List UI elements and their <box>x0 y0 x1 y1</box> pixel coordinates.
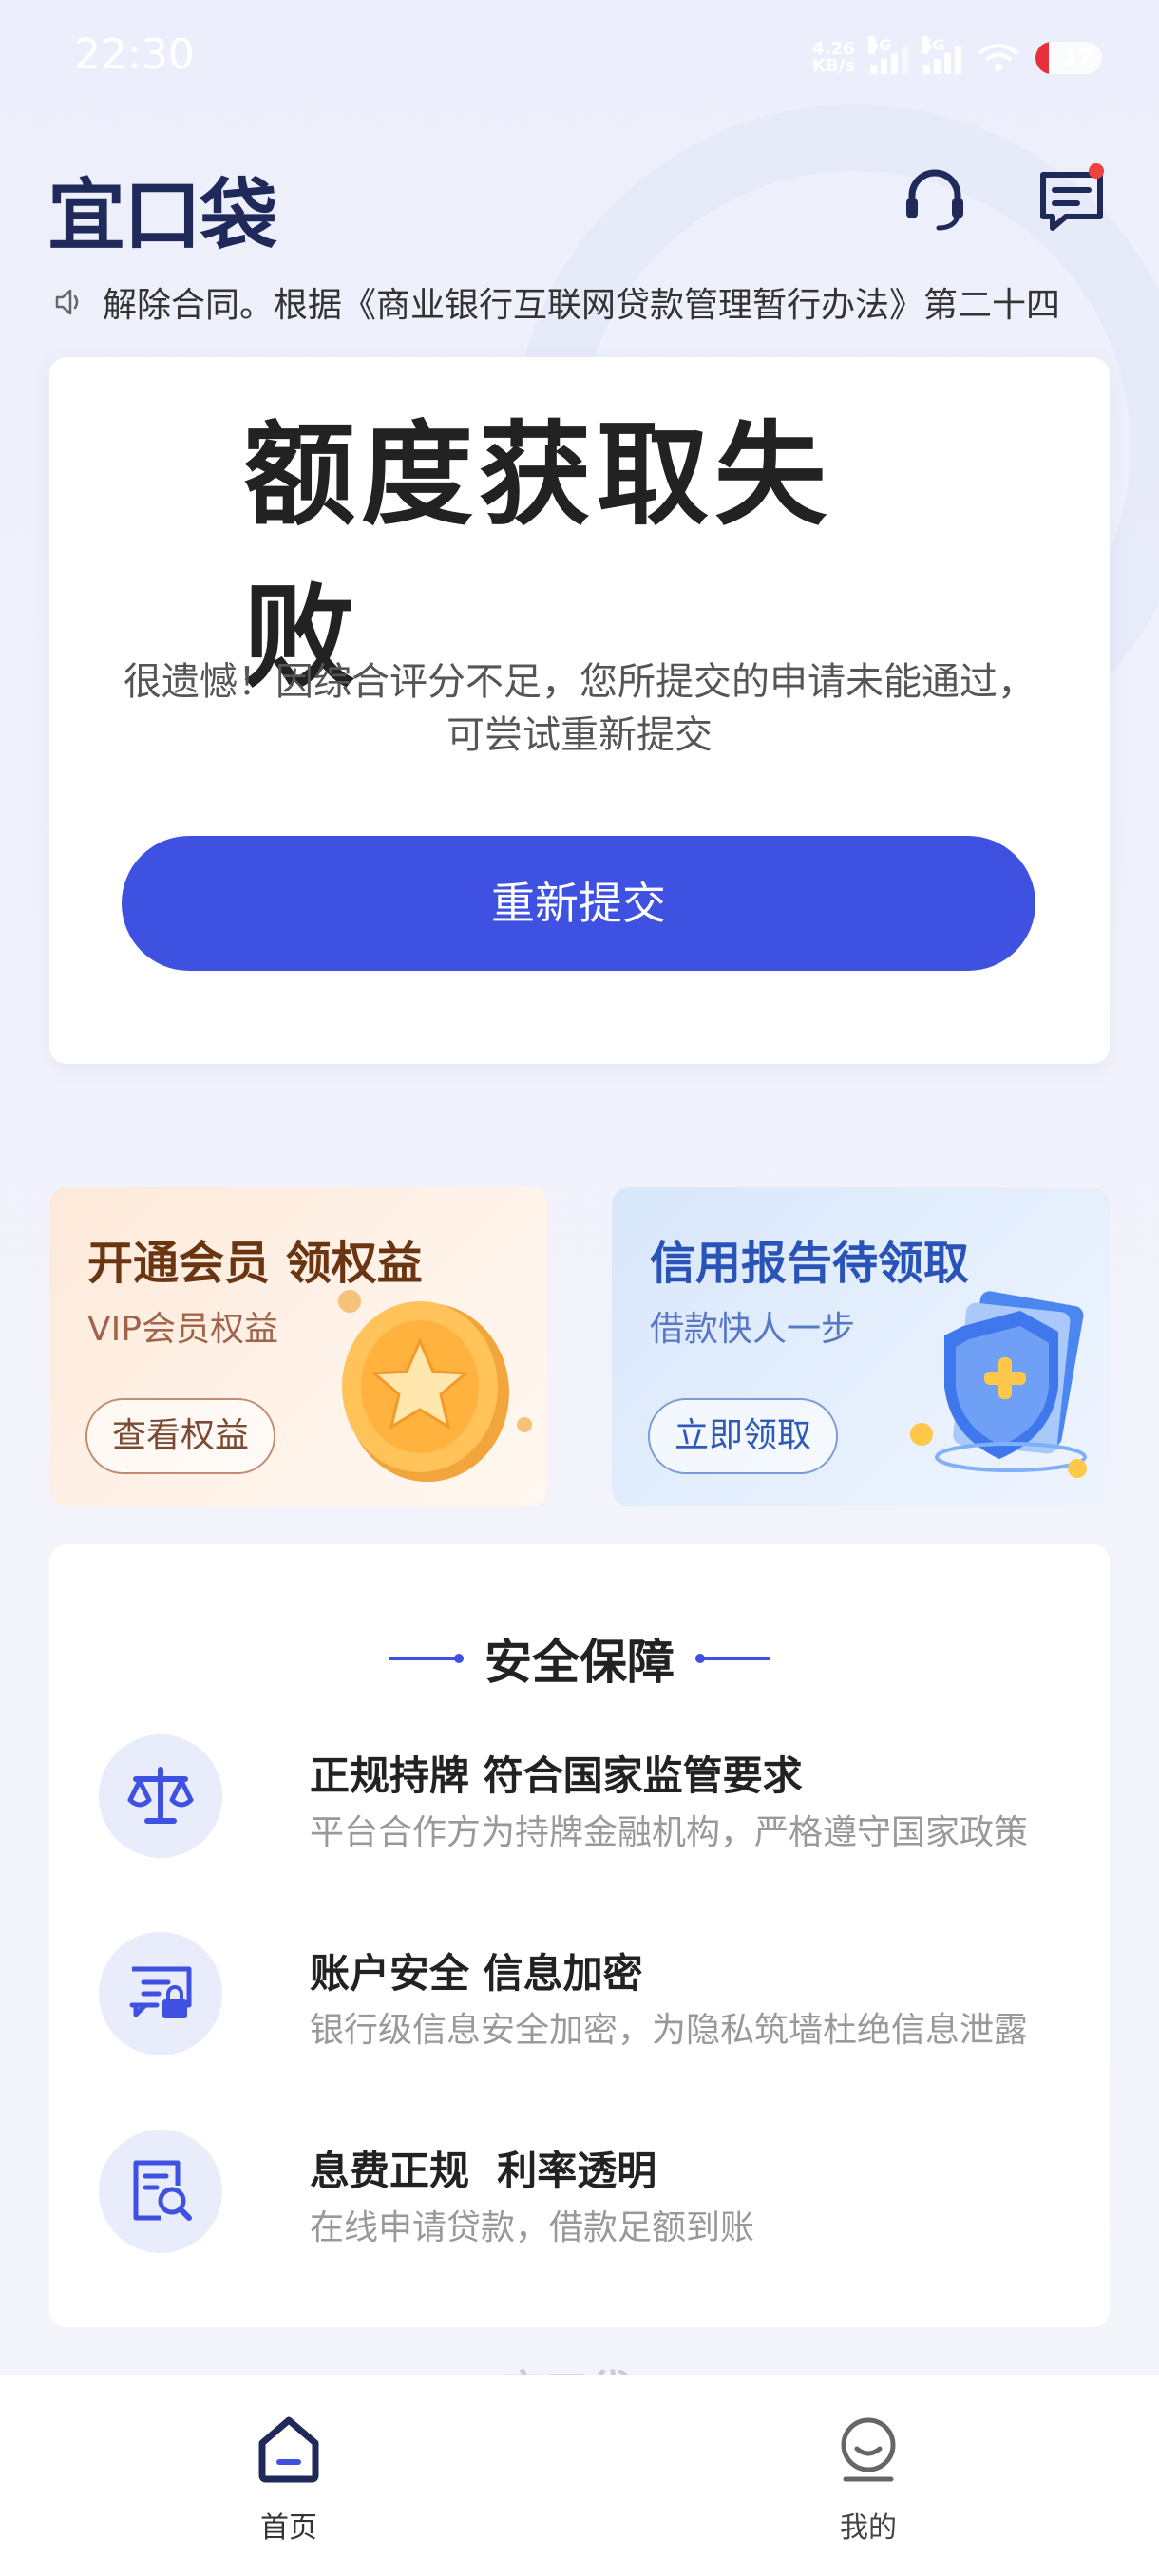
credit-report-promo-card[interactable]: 信用报告待领取 借款快人一步 立即领取 <box>612 1187 1110 1506</box>
customer-service-button[interactable] <box>897 161 973 237</box>
result-card: 额度获取失败 很遗憾！因综合评分不足，您所提交的申请未能通过，可尝试重新提交 重… <box>49 357 1110 1064</box>
scale-icon <box>99 1734 222 1858</box>
security-item-desc: 平台合作方为持牌金融机构，严格遵守国家政策 <box>310 1813 1029 1852</box>
promo-subtitle: 借款快人一步 <box>650 1310 856 1349</box>
notice-marquee[interactable]: 解除合同。根据《商业银行互联网贷款管理暂行办法》第二十四 <box>53 275 1112 329</box>
security-item-title: 息费正规 利率透明 <box>310 2148 657 2194</box>
security-item: 账户安全 信息加密 银行级信息安全加密，为隐私筑墙杜绝信息泄露 <box>99 1932 1068 2065</box>
profile-icon <box>841 2417 896 2482</box>
security-item: 息费正规 利率透明 在线申请贷款，借款足额到账 <box>99 2130 1068 2263</box>
wifi-icon <box>978 44 1019 71</box>
unread-badge <box>1089 163 1104 179</box>
network-speed: 4.26 KB/s <box>812 39 855 76</box>
signal-icon: 5G <box>868 36 908 74</box>
tab-home[interactable]: 首页 <box>194 2413 384 2546</box>
secure-card-icon <box>99 1932 222 2055</box>
result-title-frame: 额度获取失败 <box>243 384 916 709</box>
headset-icon <box>906 169 963 231</box>
bottom-tab-bar: 首页 我的 <box>0 2375 1159 2576</box>
home-icon <box>258 2416 319 2483</box>
promo-subtitle: VIP会员权益 <box>87 1310 278 1349</box>
security-header: 安全保障 <box>49 1624 1110 1693</box>
status-time: 22:30 <box>74 30 195 79</box>
battery-icon: 17 <box>1036 42 1102 74</box>
gold-coin-icon <box>338 1290 532 1482</box>
vip-promo-card[interactable]: 开通会员 领权益 VIP会员权益 查看权益 <box>49 1187 547 1506</box>
security-item-title: 正规持牌 符合国家监管要求 <box>310 1752 803 1799</box>
app-logo: 宜口袋 <box>48 171 277 261</box>
shield-icon <box>910 1291 1087 1478</box>
document-search-icon <box>99 2130 222 2253</box>
decorative-line <box>390 1653 464 1663</box>
tab-mine-label: 我的 <box>840 2511 897 2545</box>
speaker-icon <box>55 289 79 315</box>
resubmit-button[interactable]: 重新提交 <box>122 836 1036 971</box>
security-item-desc: 在线申请贷款，借款足额到账 <box>310 2208 755 2247</box>
message-button[interactable] <box>1034 161 1110 237</box>
security-title: 安全保障 <box>484 1635 674 1690</box>
tab-home-label: 首页 <box>260 2511 317 2545</box>
tab-mine[interactable]: 我的 <box>773 2413 963 2546</box>
notice-text: 解除合同。根据《商业银行互联网贷款管理暂行办法》第二十四 <box>103 286 1061 325</box>
security-item-desc: 银行级信息安全加密，为隐私筑墙杜绝信息泄露 <box>310 2011 1029 2050</box>
security-item-title: 账户安全 信息加密 <box>310 1950 643 1997</box>
status-icons: 4.26 KB/s 5G 5G 17 <box>812 34 1102 82</box>
decorative-line <box>695 1653 770 1663</box>
claim-now-button[interactable]: 立即领取 <box>648 1398 839 1474</box>
result-description: 很遗憾！因综合评分不足，您所提交的申请未能通过，可尝试重新提交 <box>124 660 1036 757</box>
security-item: 正规持牌 符合国家监管要求 平台合作方为持牌金融机构，严格遵守国家政策 <box>99 1734 1068 1867</box>
security-card: 安全保障 正规持牌 符合国家监管要求 平台合作方为持牌金融机构，严格遵守国家政策 <box>49 1544 1110 2327</box>
status-bar: 22:30 4.26 KB/s 5G 5G 17 <box>0 0 1159 114</box>
view-benefits-button[interactable]: 查看权益 <box>86 1398 276 1474</box>
signal-icon: 5G <box>922 36 961 74</box>
